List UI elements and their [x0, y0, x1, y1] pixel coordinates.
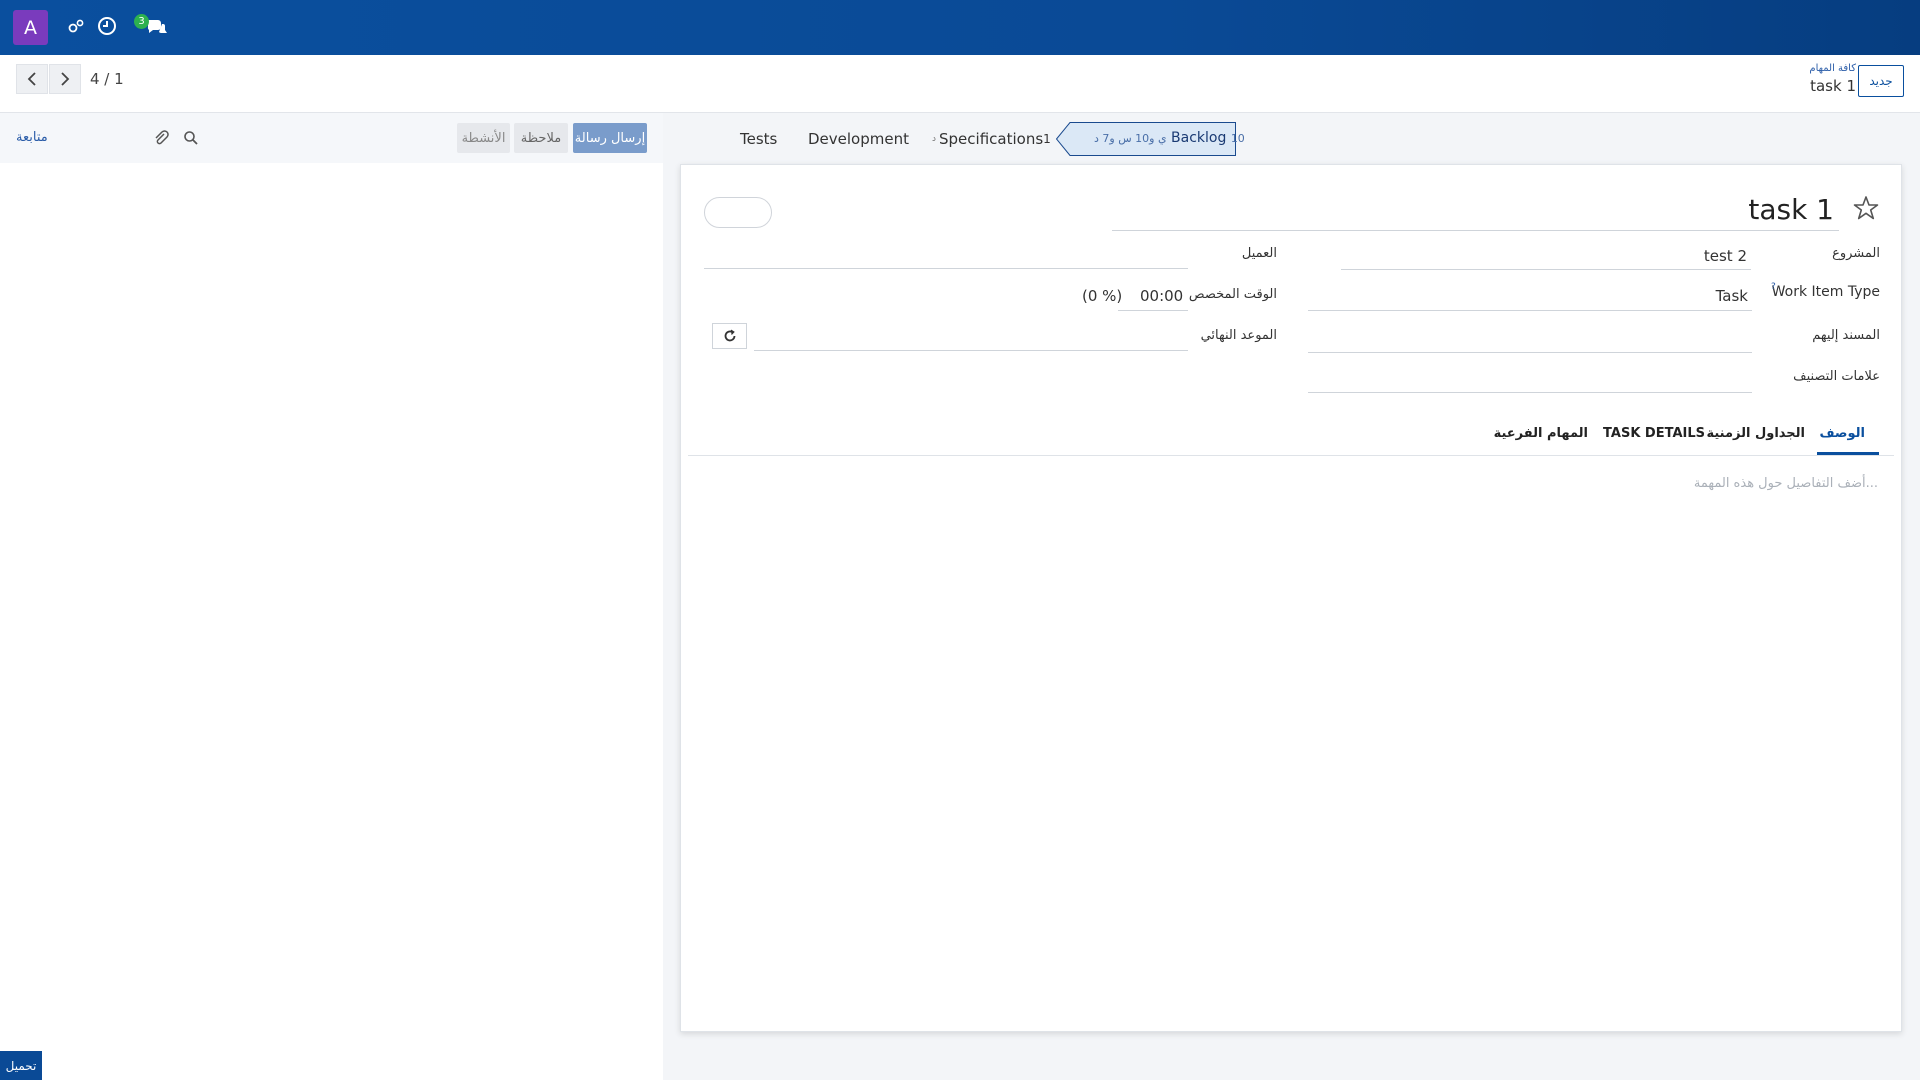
recurrence-refresh-button[interactable] — [712, 323, 747, 349]
stage-specifications[interactable]: د Specifications 1 — [932, 122, 1051, 156]
stage-backlog-count: 10 — [1230, 132, 1245, 145]
chatter-panel: متابعة الأنشطة ملاحظة إرسال رسالة — [0, 113, 663, 1080]
work-item-help-icon[interactable]: ? — [1771, 282, 1776, 292]
upload-button[interactable]: تحميل — [0, 1051, 42, 1080]
search-icon[interactable] — [180, 127, 202, 149]
top-navbar: A 3 — [0, 0, 1920, 55]
stage-specifications-suffix: د — [932, 134, 937, 144]
pager-value[interactable]: 4 / 1 — [90, 70, 124, 88]
stage-tests[interactable]: Tests — [740, 122, 777, 156]
star-icon[interactable] — [1852, 194, 1880, 222]
chevron-right-icon — [61, 72, 70, 86]
tabs-divider — [688, 455, 1894, 456]
clock-icon[interactable] — [95, 14, 119, 38]
tags-field-line[interactable] — [1308, 392, 1752, 393]
tab-subtasks[interactable]: المهام الفرعية — [1494, 426, 1588, 441]
breadcrumb-parent[interactable]: كافة المهام — [1809, 63, 1856, 74]
stage-backlog-name: Backlog — [1171, 130, 1227, 146]
task-title[interactable]: task 1 — [1748, 193, 1834, 226]
deadline-field-line[interactable] — [754, 350, 1188, 351]
work-item-type-line — [1308, 310, 1752, 311]
stage-specifications-count: 1 — [1043, 132, 1051, 146]
assignees-label: المسند إليهم — [1812, 328, 1880, 343]
work-item-type-value[interactable]: Task — [1716, 287, 1748, 305]
stage-backlog[interactable]: ي و10 س و7 د Backlog 10 — [1056, 122, 1412, 156]
refresh-icon — [724, 329, 735, 342]
work-item-type-label: Work Item Type — [1771, 284, 1880, 300]
user-avatar[interactable]: A — [13, 10, 48, 45]
breadcrumb-current: task 1 — [1810, 77, 1856, 95]
allocated-time-label: الوقت المخصص — [1188, 287, 1277, 302]
log-note-button[interactable]: ملاحظة — [514, 123, 568, 153]
activities-button[interactable]: الأنشطة — [457, 123, 510, 153]
task-title-underline — [1112, 230, 1839, 231]
stage-backlog-time: ي و10 س و7 د — [1094, 132, 1167, 145]
gears-icon[interactable] — [64, 14, 88, 38]
project-label: المشروع — [1832, 246, 1880, 261]
new-button[interactable]: جديد — [1858, 65, 1904, 97]
follow-button[interactable]: متابعة — [16, 130, 48, 145]
customer-field-line[interactable] — [704, 268, 1188, 269]
allocated-time-percent: (0 %) — [1082, 287, 1123, 305]
tags-label: علامات التصنيف — [1793, 369, 1880, 384]
stage-development[interactable]: Development — [808, 122, 909, 156]
chatter-topbar: متابعة الأنشطة ملاحظة إرسال رسالة — [0, 113, 663, 163]
allocated-time-line — [1118, 310, 1188, 311]
paperclip-icon[interactable] — [150, 127, 172, 149]
description-editor[interactable]: أضف التفاصيل حول هذه المهمة... — [1694, 476, 1878, 491]
pager-next-button[interactable] — [49, 64, 81, 94]
deadline-label: الموعد النهائي — [1200, 328, 1277, 343]
send-message-button[interactable]: إرسال رسالة — [573, 123, 647, 153]
control-panel: 4 / 1 كافة المهام task 1 جديد — [0, 55, 1920, 113]
chat-count-badge: 3 — [134, 14, 149, 29]
project-value[interactable]: test 2 — [1704, 247, 1747, 265]
stage-specifications-label: Specifications — [939, 130, 1044, 148]
stage-statusbar: Tests Development د Specifications 1 ي و… — [680, 122, 1902, 156]
priority-toggle[interactable] — [704, 197, 772, 228]
tab-task-details[interactable]: TASK DETAILS — [1603, 426, 1705, 441]
tab-description[interactable]: الوصف — [1819, 426, 1865, 441]
project-field-line — [1341, 269, 1751, 270]
chevron-left-icon — [27, 72, 36, 86]
tab-timesheets[interactable]: الجداول الزمنية — [1706, 426, 1805, 441]
assignees-field-line[interactable] — [1308, 352, 1752, 353]
customer-label: العميل — [1241, 246, 1277, 261]
stage-backlog-label: ي و10 س و7 د Backlog 10 — [1094, 130, 1245, 146]
pager-previous-button[interactable] — [16, 64, 48, 94]
allocated-time-value[interactable]: 00:00 — [1140, 287, 1183, 305]
